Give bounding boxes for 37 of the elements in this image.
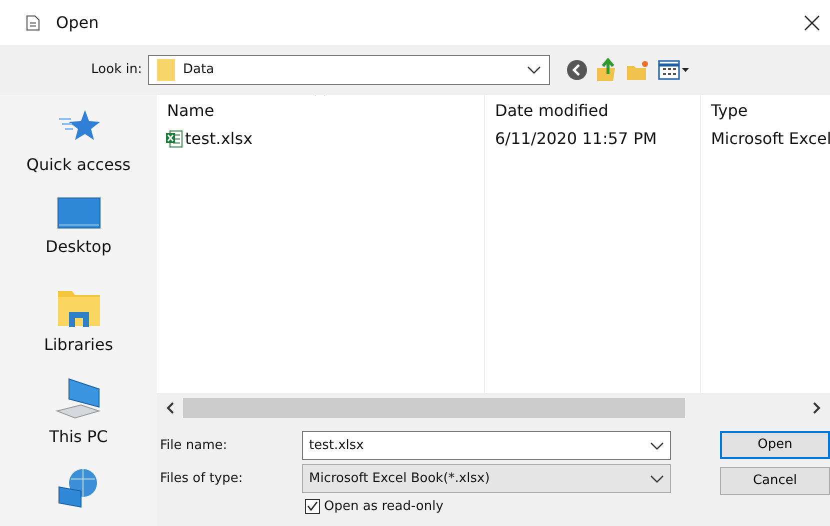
look-in-dropdown[interactable]: Data: [148, 55, 550, 85]
file-type-dropdown[interactable]: Microsoft Excel Book(*.xlsx): [302, 464, 671, 493]
dialog-button[interactable]: Cancel: [720, 467, 830, 495]
document-icon: [26, 14, 40, 30]
view-menu-icon[interactable]: [658, 60, 690, 80]
sidebar-item[interactable]: Libraries: [44, 333, 114, 357]
caret-icon[interactable]: [650, 442, 664, 450]
checkbox[interactable]: [305, 499, 320, 514]
folder-icon: [157, 58, 175, 82]
look-in-label: Look in:: [90, 61, 143, 80]
up-folder-icon[interactable]: [596, 58, 618, 82]
caret-icon[interactable]: [650, 474, 664, 482]
sidebar-item[interactable]: Desktop: [46, 235, 112, 259]
column-header[interactable]: Date modified: [495, 99, 608, 123]
field-label: Files of type:: [159, 470, 244, 488]
table-cell-text: Microsoft Excel: [710, 128, 830, 150]
caret-icon[interactable]: [527, 66, 541, 74]
computer-icon[interactable]: [54, 377, 102, 419]
monitor-icon[interactable]: [56, 197, 100, 229]
close-button[interactable]: [804, 14, 820, 30]
table-cell-text: 6/11/2020 11:57 PM: [494, 128, 657, 150]
field-label: File name:: [159, 436, 228, 455]
new-folder-icon[interactable]: [626, 59, 650, 81]
window-title: Open: [56, 12, 99, 34]
sidebar-item[interactable]: Quick access: [26, 153, 131, 177]
scrollbar-thumb[interactable]: [183, 398, 685, 418]
column-header[interactable]: Name: [167, 99, 214, 123]
sidebar-item[interactable]: This PC: [49, 425, 108, 449]
back-icon[interactable]: [566, 59, 588, 81]
checkbox-label[interactable]: Open as read-only: [324, 497, 444, 516]
dialog-button[interactable]: Open: [720, 431, 830, 459]
column-header[interactable]: Type: [711, 99, 748, 123]
scroll-left-button[interactable]: [165, 402, 175, 414]
scroll-right-button[interactable]: [812, 402, 822, 414]
file-name[interactable]: test.xlsx: [183, 127, 253, 151]
spreadsheet-icon: [165, 130, 183, 148]
file-name-field[interactable]: test.xlsx: [302, 431, 671, 460]
